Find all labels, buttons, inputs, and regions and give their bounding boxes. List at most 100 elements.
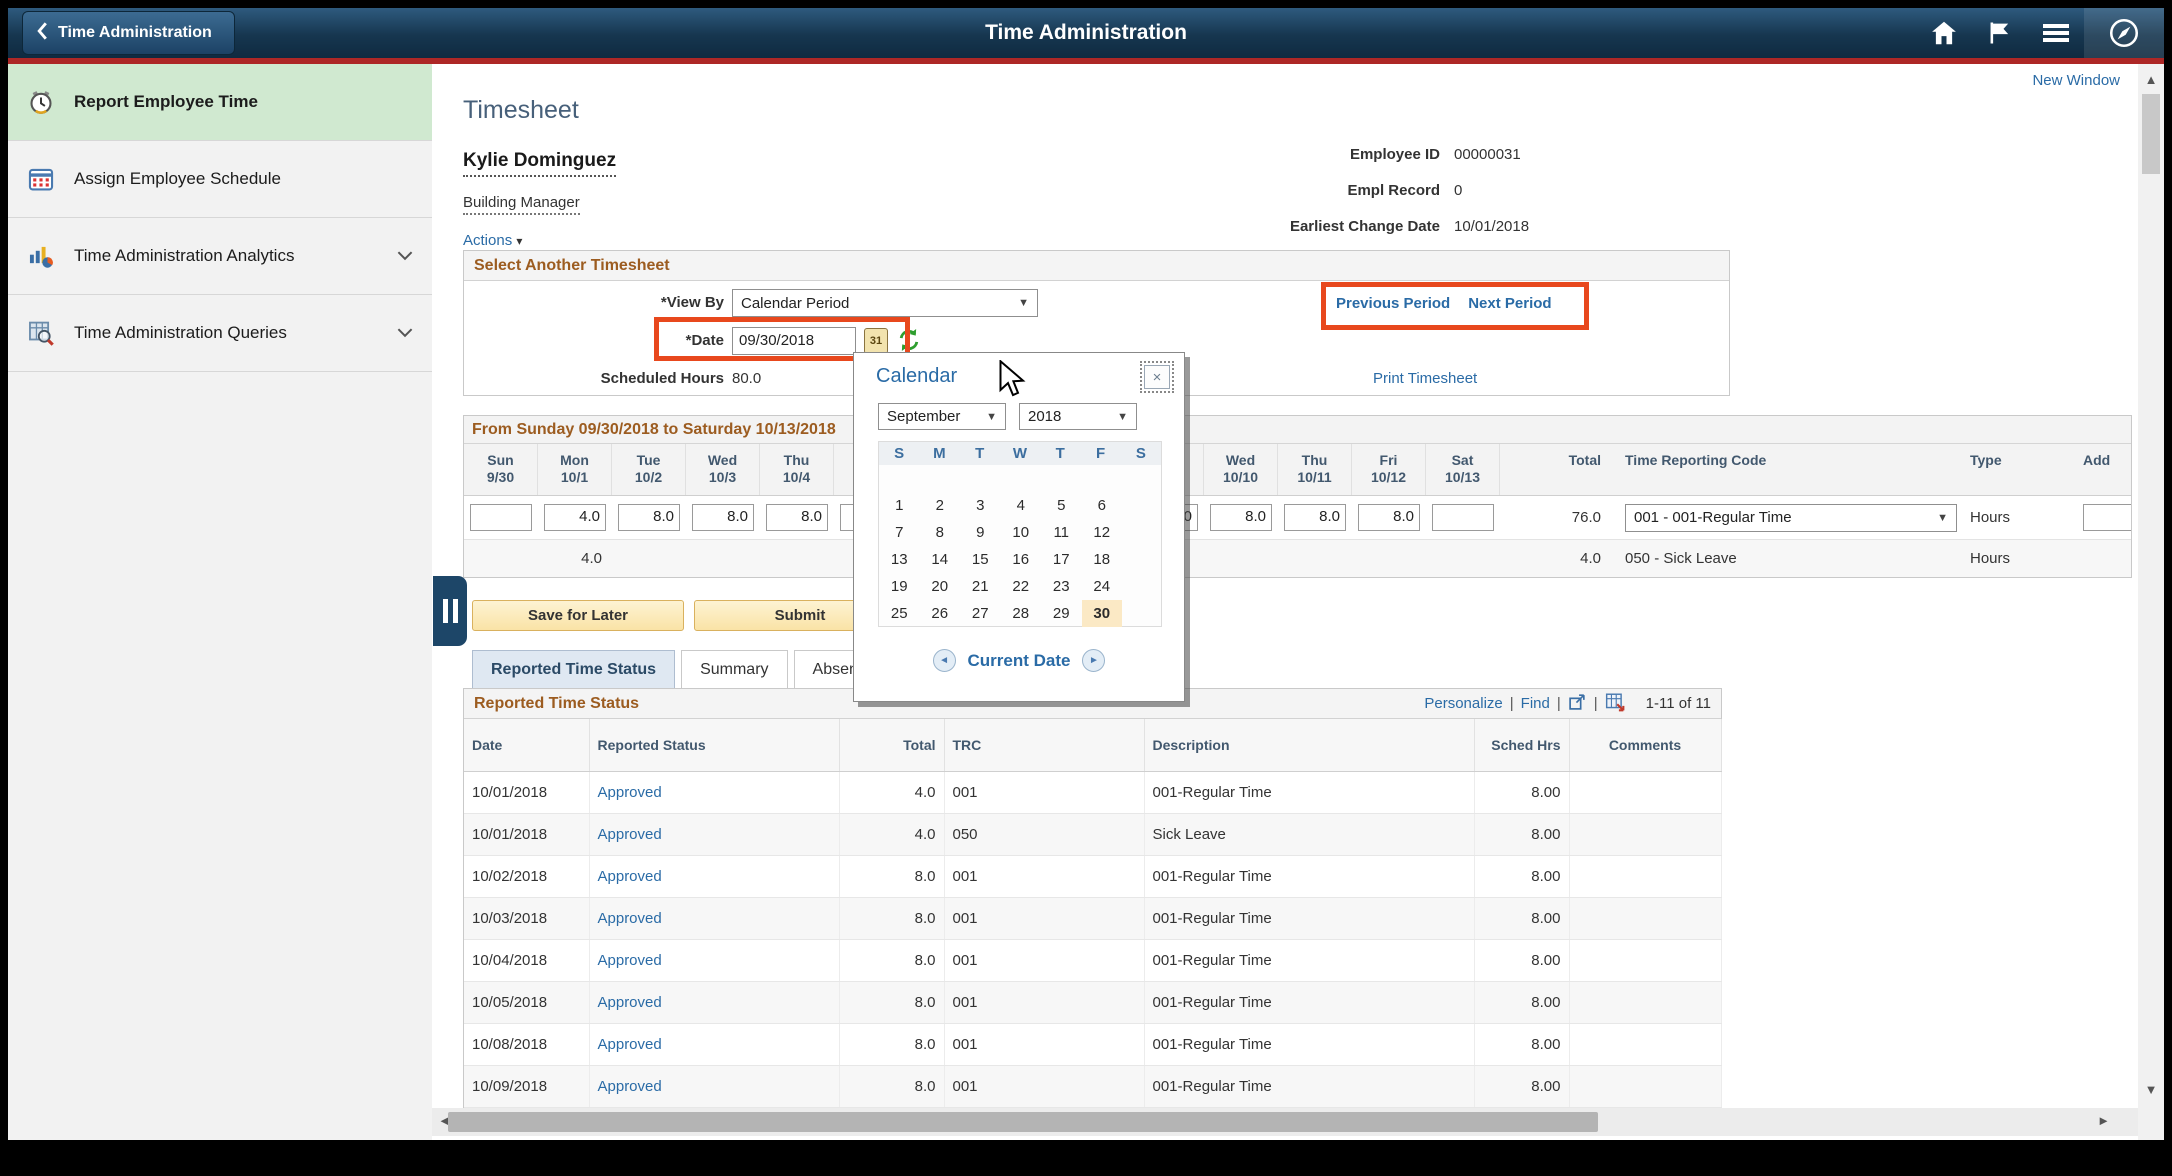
popout-icon[interactable] xyxy=(1568,692,1587,715)
sidebar-item-label: Time Administration Analytics xyxy=(74,246,380,266)
calendar-day[interactable]: 6 xyxy=(1082,492,1123,519)
previous-month-icon[interactable]: ◄ xyxy=(933,649,956,672)
grid-hours-input[interactable]: 8.0 xyxy=(692,504,754,531)
reported-status-link[interactable]: Approved xyxy=(598,952,662,969)
calendar-day[interactable]: 21 xyxy=(960,573,1001,600)
calendar-day[interactable]: 25 xyxy=(879,600,920,627)
reported-status-link[interactable]: Approved xyxy=(598,784,662,801)
tab-reported-time-status[interactable]: Reported Time Status xyxy=(472,650,675,688)
reported-status-link[interactable]: Approved xyxy=(598,910,662,927)
calendar-day[interactable]: 27 xyxy=(960,600,1001,627)
grid-hours-input[interactable]: 8.0 xyxy=(618,504,680,531)
download-grid-icon[interactable] xyxy=(1605,692,1625,716)
grid-hours-input[interactable]: 8.0 xyxy=(1358,504,1420,531)
date-prompt-calendar-icon[interactable]: 31 xyxy=(864,328,888,354)
calendar-day[interactable]: 15 xyxy=(960,546,1001,573)
grid-day-header: Fri10/12 xyxy=(1352,444,1426,495)
calendar-day[interactable]: 8 xyxy=(920,519,961,546)
reported-status-link[interactable]: Approved xyxy=(598,826,662,843)
add-input[interactable] xyxy=(2083,504,2132,531)
tab-summary[interactable]: Summary xyxy=(681,650,787,688)
grid-hours-input[interactable]: 8.0 xyxy=(1210,504,1272,531)
calendar-day[interactable]: 16 xyxy=(1001,546,1042,573)
calendar-day[interactable]: 10 xyxy=(1001,519,1042,546)
print-timesheet-link[interactable]: Print Timesheet xyxy=(1373,370,1477,387)
calendar-day[interactable]: 23 xyxy=(1041,573,1082,600)
menu-icon[interactable] xyxy=(2028,8,2084,58)
cell-description: 001-Regular Time xyxy=(1144,981,1474,1023)
sidebar-item-time-administration-queries[interactable]: Time Administration Queries xyxy=(8,295,432,372)
sidebar-item-report-employee-time[interactable]: Report Employee Time xyxy=(8,64,432,141)
calendar-day[interactable]: 12 xyxy=(1082,519,1123,546)
reported-status-link[interactable]: Approved xyxy=(598,1078,662,1095)
vertical-scroll-thumb[interactable] xyxy=(2142,94,2160,174)
horizontal-scroll-thumb[interactable] xyxy=(448,1112,1598,1132)
scroll-down-icon[interactable]: ▼ xyxy=(2138,1082,2164,1097)
grid-day-header: Mon10/1 xyxy=(538,444,612,495)
next-period-link[interactable]: Next Period xyxy=(1468,295,1551,312)
sidebar-collapse-handle[interactable] xyxy=(433,576,467,646)
back-button[interactable]: Time Administration xyxy=(22,11,235,55)
save-for-later-button[interactable]: Save for Later xyxy=(472,600,684,631)
cell-total: 4.0 xyxy=(839,813,944,855)
previous-period-link[interactable]: Previous Period xyxy=(1336,295,1450,312)
calendar-day[interactable]: 1 xyxy=(879,492,920,519)
flag-icon[interactable] xyxy=(1972,8,2028,58)
trc-select[interactable]: 001 - 001-Regular Time ▼ xyxy=(1625,504,1957,532)
grid-hours-input[interactable]: 8.0 xyxy=(1284,504,1346,531)
calendar-day[interactable]: 18 xyxy=(1082,546,1123,573)
horizontal-scrollbar[interactable]: ◄ ► xyxy=(432,1108,2138,1136)
personalize-link[interactable]: Personalize xyxy=(1424,695,1502,712)
grid-hours-input[interactable]: 8.0 xyxy=(766,504,828,531)
sidebar-item-assign-employee-schedule[interactable]: Assign Employee Schedule xyxy=(8,141,432,218)
current-date-link[interactable]: Current Date xyxy=(968,651,1071,671)
calendar-close-button[interactable]: × xyxy=(1144,365,1170,389)
home-icon[interactable] xyxy=(1916,8,1972,58)
grid-row-regular: 4.08.08.08.08.08.08.08.08.08.0 76.0 001 … xyxy=(464,496,2131,540)
navbar-compass-icon[interactable] xyxy=(2084,8,2164,58)
chevron-left-icon xyxy=(37,22,48,45)
calendar-month-select[interactable]: September ▼ xyxy=(878,403,1006,430)
calendar-day[interactable]: 5 xyxy=(1041,492,1082,519)
grid-hours-input[interactable] xyxy=(1432,504,1494,531)
calendar-day[interactable]: 11 xyxy=(1041,519,1082,546)
close-icon: × xyxy=(1153,369,1162,386)
grid-hours-input[interactable] xyxy=(470,504,532,531)
view-by-select[interactable]: Calendar Period ▼ xyxy=(732,289,1038,317)
reported-status-link[interactable]: Approved xyxy=(598,1036,662,1053)
calendar-day[interactable]: 24 xyxy=(1082,573,1123,600)
calendar-day[interactable]: 30 xyxy=(1082,600,1123,627)
calendar-day[interactable]: 19 xyxy=(879,573,920,600)
reported-status-link[interactable]: Approved xyxy=(598,994,662,1011)
find-link[interactable]: Find xyxy=(1521,695,1550,712)
calendar-day[interactable]: 29 xyxy=(1041,600,1082,627)
employee-name-link[interactable]: Kylie Dominguez xyxy=(463,150,616,177)
reported-status-link[interactable]: Approved xyxy=(598,868,662,885)
calendar-day[interactable]: 14 xyxy=(920,546,961,573)
calendar-day[interactable]: 17 xyxy=(1041,546,1082,573)
calendar-day[interactable]: 28 xyxy=(1001,600,1042,627)
scroll-up-icon[interactable]: ▲ xyxy=(2138,72,2164,87)
calendar-day[interactable]: 13 xyxy=(879,546,920,573)
next-month-icon[interactable]: ► xyxy=(1082,649,1105,672)
calendar-day[interactable]: 9 xyxy=(960,519,1001,546)
calendar-day[interactable]: 22 xyxy=(1001,573,1042,600)
calendar-day[interactable]: 26 xyxy=(920,600,961,627)
new-window-link[interactable]: New Window xyxy=(2032,72,2120,89)
scroll-right-icon[interactable]: ► xyxy=(2097,1113,2110,1128)
calendar-year-select[interactable]: 2018 ▼ xyxy=(1019,403,1137,430)
calendar-day xyxy=(879,465,920,492)
sidebar-item-time-administration-analytics[interactable]: Time Administration Analytics xyxy=(8,218,432,295)
actions-menu[interactable]: Actions ▾ xyxy=(463,232,522,249)
row-count: 1-11 of 11 xyxy=(1646,695,1711,712)
calendar-day[interactable]: 4 xyxy=(1001,492,1042,519)
grid-hours-input[interactable]: 4.0 xyxy=(544,504,606,531)
employee-job-link[interactable]: Building Manager xyxy=(463,194,580,215)
calendar-day[interactable]: 20 xyxy=(920,573,961,600)
calendar-day[interactable]: 7 xyxy=(879,519,920,546)
date-input[interactable]: 09/30/2018 xyxy=(732,327,856,355)
vertical-scrollbar[interactable]: ▲ ▼ xyxy=(2138,64,2164,1140)
cell-description: 001-Regular Time xyxy=(1144,939,1474,981)
calendar-day[interactable]: 2 xyxy=(920,492,961,519)
calendar-day[interactable]: 3 xyxy=(960,492,1001,519)
